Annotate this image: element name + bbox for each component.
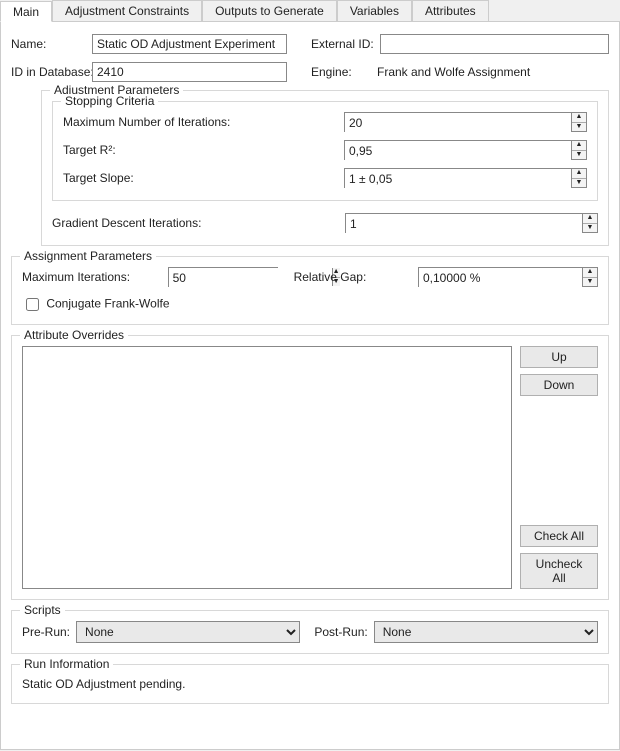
- spin-up-icon[interactable]: ▲: [572, 113, 586, 123]
- attribute-overrides-group: Attribute Overrides Up Down Check All Un…: [11, 335, 609, 600]
- assignment-params-group: Assignment Parameters Maximum Iterations…: [11, 256, 609, 325]
- post-run-label: Post-Run:: [314, 625, 367, 639]
- engine-value: Frank and Wolfe Assignment: [377, 65, 530, 79]
- main-page: Name: External ID: ID in Database: Engin…: [0, 22, 620, 750]
- run-info-legend: Run Information: [20, 657, 113, 671]
- spin-down-icon[interactable]: ▼: [583, 224, 597, 233]
- run-info-group: Run Information Static OD Adjustment pen…: [11, 664, 609, 704]
- target-slope-spinner[interactable]: ▲▼: [344, 168, 587, 188]
- spin-down-icon[interactable]: ▼: [583, 278, 597, 287]
- spin-down-icon[interactable]: ▼: [572, 151, 586, 160]
- tab-variables[interactable]: Variables: [337, 0, 412, 21]
- tab-adj-constraints[interactable]: Adjustment Constraints: [52, 0, 202, 21]
- rel-gap-label: Relative Gap:: [294, 270, 412, 284]
- scripts-group: Scripts Pre-Run: None Post-Run: None: [11, 610, 609, 654]
- adjustment-params-group: Adjustment Parameters Stopping Criteria …: [41, 90, 609, 246]
- down-button[interactable]: Down: [520, 374, 598, 396]
- spin-down-icon[interactable]: ▼: [572, 123, 586, 132]
- scripts-legend: Scripts: [20, 603, 65, 617]
- overrides-listbox[interactable]: [22, 346, 512, 589]
- spin-up-icon[interactable]: ▲: [572, 169, 586, 179]
- gd-iter-spinner[interactable]: ▲▼: [345, 213, 598, 233]
- assign-max-iter-label: Maximum Iterations:: [22, 270, 162, 284]
- uncheck-all-button[interactable]: Uncheck All: [520, 553, 598, 589]
- external-id-label: External ID:: [311, 37, 374, 51]
- rel-gap-spinner[interactable]: ▲▼: [418, 267, 598, 287]
- max-iter-spinner[interactable]: ▲▼: [344, 112, 587, 132]
- target-r2-spinner[interactable]: ▲▼: [344, 140, 587, 160]
- spin-up-icon[interactable]: ▲: [572, 141, 586, 151]
- target-slope-input[interactable]: [345, 169, 571, 189]
- check-all-button[interactable]: Check All: [520, 525, 598, 547]
- rel-gap-input[interactable]: [419, 268, 582, 288]
- up-button[interactable]: Up: [520, 346, 598, 368]
- attribute-overrides-legend: Attribute Overrides: [20, 328, 128, 342]
- stopping-criteria-group: Stopping Criteria Maximum Number of Iter…: [52, 101, 598, 201]
- conjugate-text: Conjugate Frank-Wolfe: [46, 297, 169, 311]
- tab-attributes[interactable]: Attributes: [412, 0, 489, 21]
- tab-bar: Main Adjustment Constraints Outputs to G…: [0, 0, 620, 22]
- target-r2-label: Target R²:: [63, 143, 338, 157]
- target-slope-label: Target Slope:: [63, 171, 338, 185]
- id-db-input[interactable]: [92, 62, 287, 82]
- assign-max-iter-spinner[interactable]: ▲▼: [168, 267, 278, 287]
- tab-outputs[interactable]: Outputs to Generate: [202, 0, 337, 21]
- gd-iter-label: Gradient Descent Iterations:: [52, 216, 339, 230]
- max-iter-input[interactable]: [345, 113, 571, 133]
- spin-up-icon[interactable]: ▲: [583, 214, 597, 224]
- pre-run-select[interactable]: None: [76, 621, 300, 643]
- tab-main[interactable]: Main: [0, 1, 52, 22]
- engine-label: Engine:: [311, 65, 371, 79]
- stopping-criteria-legend: Stopping Criteria: [61, 94, 158, 108]
- run-info-text: Static OD Adjustment pending.: [22, 675, 598, 693]
- spin-up-icon[interactable]: ▲: [583, 268, 597, 278]
- max-iter-label: Maximum Number of Iterations:: [63, 115, 338, 129]
- target-r2-input[interactable]: [345, 141, 571, 161]
- external-id-input[interactable]: [380, 34, 609, 54]
- name-label: Name:: [11, 37, 86, 51]
- spin-down-icon[interactable]: ▼: [572, 179, 586, 188]
- gd-iter-input[interactable]: [346, 214, 582, 234]
- conjugate-checkbox[interactable]: [26, 298, 39, 311]
- id-db-label: ID in Database:: [11, 65, 86, 79]
- name-input[interactable]: [92, 34, 287, 54]
- conjugate-checkbox-label[interactable]: Conjugate Frank-Wolfe: [22, 295, 170, 314]
- post-run-select[interactable]: None: [374, 621, 598, 643]
- assignment-params-legend: Assignment Parameters: [20, 249, 156, 263]
- pre-run-label: Pre-Run:: [22, 625, 70, 639]
